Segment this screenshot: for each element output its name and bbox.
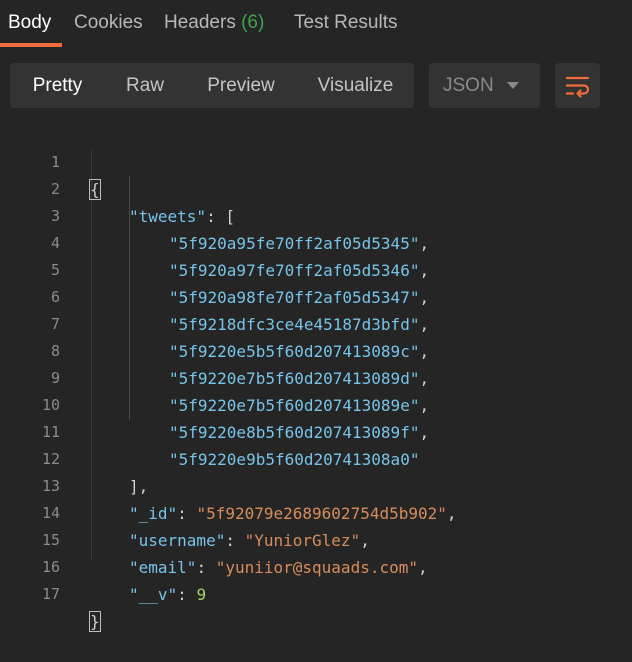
format-select-value: JSON bbox=[443, 75, 494, 96]
code-line: 3 "5f920a95fe70ff2af05d5345", bbox=[0, 176, 632, 253]
close-brace: } bbox=[89, 611, 101, 632]
code-text: "__v": 9 bbox=[129, 585, 207, 604]
visualize-button[interactable]: Visualize bbox=[297, 63, 414, 108]
response-tabs: Body Cookies Headers (6) Test Results bbox=[0, 0, 632, 48]
code-line: 2 "tweets": [ bbox=[0, 149, 632, 226]
tab-headers[interactable]: Headers (6) bbox=[164, 12, 264, 34]
active-tab-indicator bbox=[0, 43, 62, 47]
tab-test-results[interactable]: Test Results bbox=[294, 12, 397, 34]
code-text: } bbox=[89, 608, 101, 635]
code-line: 9 "5f9220e7b5f60d207413089e", bbox=[0, 338, 632, 415]
code-line: 4 "5f920a97fe70ff2af05d5346", bbox=[0, 203, 632, 280]
headers-count-badge: (6) bbox=[241, 12, 265, 33]
tab-cookies[interactable]: Cookies bbox=[74, 12, 143, 34]
code-line: 10 "5f9220e8b5f60d207413089f", bbox=[0, 365, 632, 442]
view-mode-selector: Pretty Raw Preview Visualize bbox=[10, 63, 414, 108]
code-line: 5 "5f920a98fe70ff2af05d5347", bbox=[0, 230, 632, 307]
code-line: 11 "5f9220e9b5f60d20741308a0" bbox=[0, 392, 632, 469]
code-line: 16 "__v": 9 bbox=[0, 527, 632, 604]
code-line: 13 "_id": "5f92079e2689602754d5b902", bbox=[0, 446, 632, 523]
pretty-button[interactable]: Pretty bbox=[10, 63, 105, 108]
tab-headers-label: Headers bbox=[164, 12, 236, 33]
json-number: 9 bbox=[196, 585, 207, 604]
wrap-lines-button[interactable] bbox=[555, 63, 600, 108]
wrap-lines-icon bbox=[565, 76, 590, 98]
json-key: "__v" bbox=[129, 585, 178, 604]
code-line: 8 "5f9220e7b5f60d207413089d", bbox=[0, 311, 632, 388]
code-line: 14 "username": "YuniorGlez", bbox=[0, 473, 632, 550]
chevron-down-icon bbox=[507, 82, 519, 89]
code-line: 12 ], bbox=[0, 419, 632, 496]
code-line: 7 "5f9220e5b5f60d207413089c", bbox=[0, 284, 632, 361]
code-line: 15 "email": "yuniior@squaads.com", bbox=[0, 500, 632, 577]
format-select[interactable]: JSON bbox=[429, 63, 540, 108]
code-line: 6 "5f9218dfc3ce4e45187d3bfd", bbox=[0, 257, 632, 334]
response-body-viewer[interactable]: 1 { 2 "tweets": [ 3 "5f920a95fe70ff2af05… bbox=[0, 122, 632, 632]
line-number: 17 bbox=[41, 585, 60, 603]
code-line: 1 { bbox=[0, 122, 632, 200]
code-line: 17 } bbox=[0, 554, 632, 632]
preview-button[interactable]: Preview bbox=[185, 63, 297, 108]
raw-button[interactable]: Raw bbox=[105, 63, 185, 108]
tab-body[interactable]: Body bbox=[8, 12, 51, 34]
